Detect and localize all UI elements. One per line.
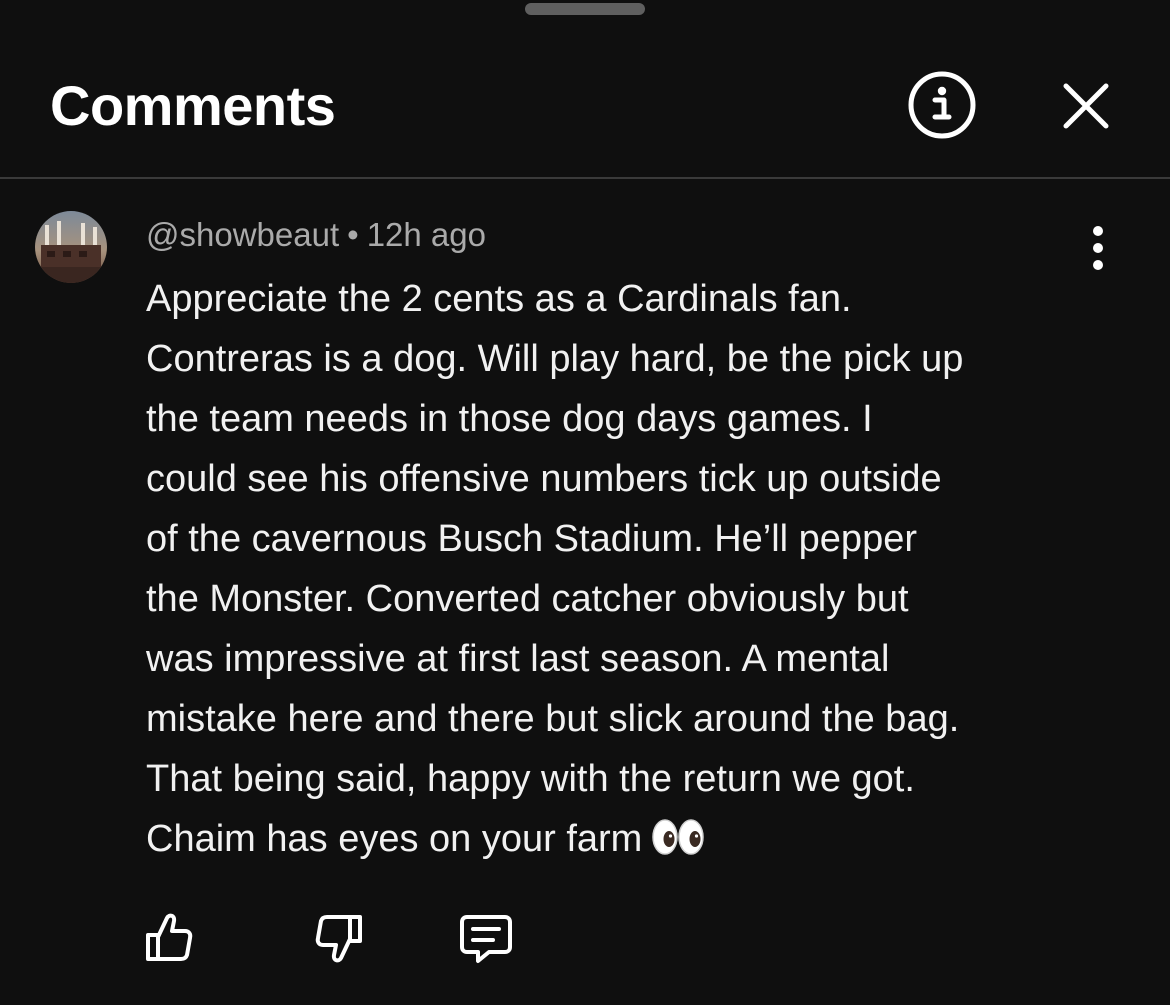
info-button[interactable]	[904, 67, 980, 143]
avatar[interactable]	[35, 211, 107, 283]
page-title: Comments	[50, 74, 336, 137]
comment-actions	[0, 903, 1170, 973]
comments-header: Comments	[0, 0, 1170, 178]
more-options-button[interactable]	[1076, 223, 1120, 273]
avatar-image	[35, 211, 107, 283]
dislike-button[interactable]	[304, 903, 374, 973]
info-circle-icon	[908, 71, 976, 139]
comment-item: @showbeaut • 12h ago Appreciate the 2 cent…	[0, 179, 1170, 1005]
comment-timestamp: 12h ago	[366, 216, 486, 253]
comment-text: Appreciate the 2 cents as a Cardinals fa…	[146, 278, 964, 860]
close-button[interactable]	[1050, 70, 1122, 142]
thumbs-down-icon	[315, 915, 362, 963]
thumbs-up-icon	[146, 913, 193, 961]
close-icon	[1063, 83, 1109, 129]
reply-comment-icon	[460, 915, 512, 963]
comment-body: Appreciate the 2 cents as a Cardinals fa…	[146, 269, 1106, 869]
reply-button[interactable]	[451, 903, 521, 973]
eyes-emoji	[652, 819, 705, 855]
comment-meta: @showbeaut • 12h ago	[146, 213, 486, 257]
comment-author[interactable]: @showbeaut	[146, 216, 339, 253]
more-vertical-icon	[1093, 226, 1103, 270]
meta-separator: •	[347, 216, 359, 253]
like-button[interactable]	[134, 903, 204, 973]
